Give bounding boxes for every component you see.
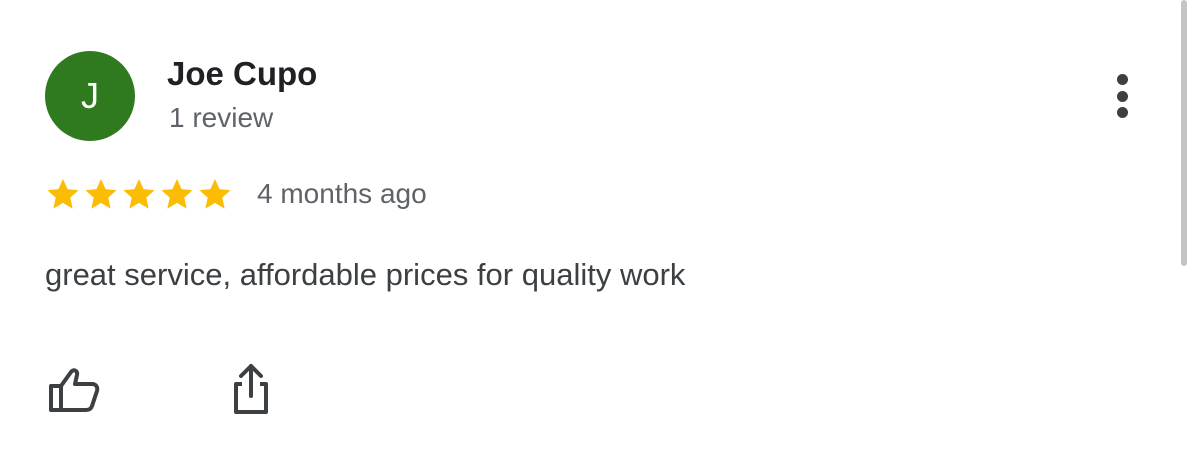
like-button[interactable] xyxy=(46,361,102,417)
star-icon xyxy=(161,178,193,209)
avatar[interactable]: J xyxy=(45,51,135,141)
reviewer-name[interactable]: Joe Cupo xyxy=(167,54,317,94)
share-button[interactable] xyxy=(223,361,279,417)
thumbs-up-icon xyxy=(49,368,100,412)
star-icon xyxy=(47,178,79,209)
more-vert-icon-dot xyxy=(1116,107,1128,118)
star-icon xyxy=(85,178,117,209)
scrollbar[interactable] xyxy=(1181,0,1187,266)
more-vert-icon-dot xyxy=(1116,74,1128,85)
share-icon xyxy=(234,364,268,414)
star-icon xyxy=(199,178,231,209)
more-vert-icon-dot xyxy=(1116,90,1128,102)
review-text: great service, affordable prices for qua… xyxy=(45,257,686,292)
review-card: J Joe Cupo 1 review 4 months ago great s… xyxy=(0,0,1200,464)
star-icon xyxy=(123,178,155,209)
more-options-button[interactable] xyxy=(1102,70,1142,122)
star-rating xyxy=(44,175,234,213)
avatar-initial: J xyxy=(81,75,99,116)
review-count: 1 review xyxy=(169,102,274,133)
review-date: 4 months ago xyxy=(257,178,427,209)
